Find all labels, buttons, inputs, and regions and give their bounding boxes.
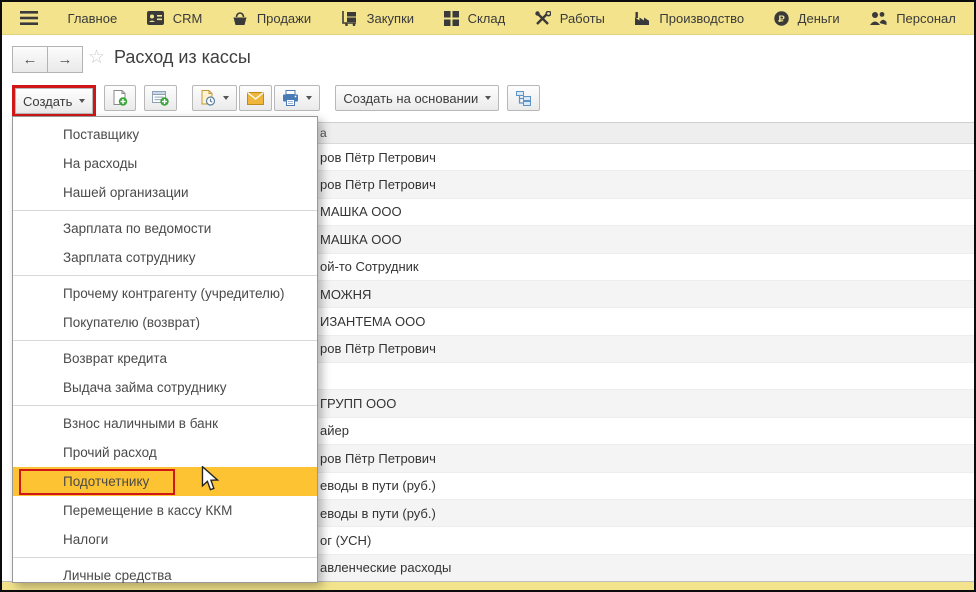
create-button-label: Создать xyxy=(23,94,72,109)
app-window: Главное CRM Продажи Закупки Склад xyxy=(0,0,976,592)
back-arrow-icon: ← xyxy=(23,51,38,68)
scheduled-document-button[interactable] xyxy=(192,85,237,111)
tab-label: Главное xyxy=(68,11,118,26)
tools-icon xyxy=(535,11,551,26)
tab-raboty[interactable]: Работы xyxy=(535,11,605,26)
copy-document-icon xyxy=(112,90,128,106)
menu-separator xyxy=(13,405,317,406)
menu-item-na-raskhody[interactable]: На расходы xyxy=(13,149,317,178)
menu-separator xyxy=(13,557,317,558)
tab-label: Персонал xyxy=(896,11,956,26)
menu-item-nashey-organizatsii[interactable]: Нашей организации xyxy=(13,178,317,207)
tab-personal[interactable]: Персонал xyxy=(869,11,956,26)
menu-separator xyxy=(13,210,317,211)
top-menu-bar: Главное CRM Продажи Закупки Склад xyxy=(2,2,974,35)
print-icon xyxy=(282,90,299,106)
subordination-structure-icon xyxy=(515,90,532,106)
tab-label: Деньги xyxy=(798,11,840,26)
menu-item-vozvrat-kredita[interactable]: Возврат кредита xyxy=(13,344,317,373)
menu-item-lichnye-sredstva[interactable]: Личные средства xyxy=(13,561,317,590)
chevron-down-icon xyxy=(306,96,312,100)
create-dropdown-menu: Поставщику На расходы Нашей организации … xyxy=(12,116,318,583)
chevron-down-icon xyxy=(79,99,85,103)
table-header-label: а xyxy=(320,126,327,140)
tab-dengi[interactable]: P Деньги xyxy=(774,11,840,26)
new-list-form-icon xyxy=(152,90,169,106)
menu-item-prochemu-kontragentu[interactable]: Прочему контрагенту (учредителю) xyxy=(13,279,317,308)
tab-label: Склад xyxy=(468,11,506,26)
history-buttons: ← → xyxy=(12,46,83,73)
menu-item-postavshchiku[interactable]: Поставщику xyxy=(13,120,317,149)
create-button[interactable]: Создать xyxy=(15,88,93,114)
tab-glavnoe[interactable]: Главное xyxy=(68,11,118,26)
copy-document-button[interactable] xyxy=(104,85,136,111)
title-row: ← → ☆ Расход из кассы xyxy=(2,35,974,80)
menu-item-zarplata-sotrudniku[interactable]: Зарплата сотруднику xyxy=(13,243,317,272)
tab-label: Производство xyxy=(659,11,744,26)
envelope-icon xyxy=(247,92,264,105)
document-actions-group xyxy=(192,85,320,111)
tab-label: Работы xyxy=(560,11,605,26)
create-button-annotation: Создать xyxy=(12,85,96,117)
menu-separator xyxy=(13,275,317,276)
menu-item-zarplata-po-vedomosti[interactable]: Зарплата по ведомости xyxy=(13,214,317,243)
create-based-on-button[interactable]: Создать на основании xyxy=(335,85,499,111)
tab-sklad[interactable]: Склад xyxy=(444,11,506,26)
menu-item-vznos-nalichnymi[interactable]: Взнос наличными в банк xyxy=(13,409,317,438)
hamburger-icon xyxy=(20,11,38,25)
favorite-star-icon[interactable]: ☆ xyxy=(88,48,105,67)
scheduled-document-icon xyxy=(200,90,216,106)
people-icon xyxy=(869,11,887,26)
page-title: Расход из кассы xyxy=(114,47,251,68)
menu-item-podotchetniku[interactable]: Подотчетнику xyxy=(13,467,317,496)
toolbar: Создать xyxy=(12,85,540,117)
tab-proizvodstvo[interactable]: Производство xyxy=(634,11,744,26)
tab-label: Продажи xyxy=(257,11,311,26)
forward-button[interactable]: → xyxy=(47,46,83,73)
crm-card-icon xyxy=(147,11,164,25)
menu-item-label: Подотчетнику xyxy=(63,474,149,489)
tab-crm[interactable]: CRM xyxy=(147,11,203,26)
tab-label: Закупки xyxy=(367,11,414,26)
chevron-down-icon xyxy=(223,96,229,100)
new-list-form-button[interactable] xyxy=(144,85,177,111)
factory-icon xyxy=(634,11,650,26)
back-button[interactable]: ← xyxy=(12,46,47,73)
menu-item-vydacha-zayma[interactable]: Выдача займа сотруднику xyxy=(13,373,317,402)
chevron-down-icon xyxy=(485,96,491,100)
create-based-on-label: Создать на основании xyxy=(343,91,478,106)
forward-arrow-icon: → xyxy=(58,51,73,68)
print-button[interactable] xyxy=(274,85,320,111)
tab-label: CRM xyxy=(173,11,203,26)
menu-item-pokupatelyu-vozvrat[interactable]: Покупателю (возврат) xyxy=(13,308,317,337)
menu-item-prochiy-raskhod[interactable]: Прочий расход xyxy=(13,438,317,467)
subordination-structure-button[interactable] xyxy=(507,85,540,111)
menu-item-peremeshchenie-kkm[interactable]: Перемещение в кассу ККМ xyxy=(13,496,317,525)
send-email-button[interactable] xyxy=(239,85,272,111)
svg-text:P: P xyxy=(778,14,785,25)
tab-prodazhi[interactable]: Продажи xyxy=(232,11,311,26)
basket-icon xyxy=(232,11,248,26)
warehouse-grid-icon xyxy=(444,11,459,26)
cart-icon xyxy=(341,11,358,26)
menu-separator xyxy=(13,340,317,341)
menu-item-nalogi[interactable]: Налоги xyxy=(13,525,317,554)
main-menu-button[interactable] xyxy=(20,11,38,25)
tab-zakupki[interactable]: Закупки xyxy=(341,11,414,26)
ruble-circle-icon: P xyxy=(774,11,789,26)
